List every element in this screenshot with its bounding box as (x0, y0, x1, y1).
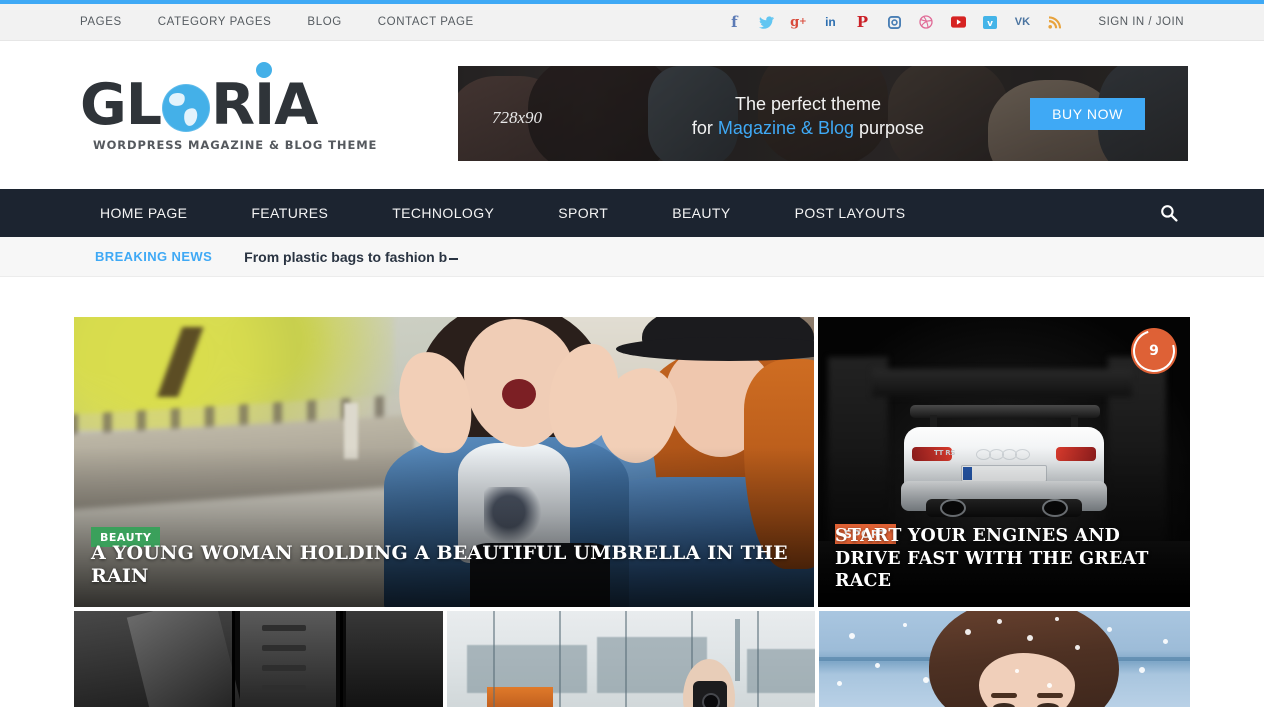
buy-now-button[interactable]: BUY NOW (1030, 98, 1145, 130)
secondary-card-row (74, 611, 1190, 707)
banner-line2-post: purpose (854, 118, 925, 139)
nav-item-features[interactable]: FEATURES (219, 189, 360, 237)
topnav-item-category-pages[interactable]: CATEGORY PAGES (158, 16, 272, 28)
card-snow-image (819, 611, 1190, 707)
logo-tagline: WORDPRESS MAGAZINE & BLOG THEME (93, 137, 378, 152)
nav-item-post-layouts[interactable]: POST LAYOUTS (763, 189, 938, 237)
topnav-item-contact-page[interactable]: CONTACT PAGE (378, 16, 474, 28)
card-tires-image (74, 611, 443, 707)
topnav-item-blog[interactable]: BLOG (307, 16, 341, 28)
linkedin-icon[interactable]: in (814, 12, 846, 32)
twitter-icon[interactable] (750, 12, 782, 32)
breaking-news-headline[interactable]: From plastic bags to fashion b (244, 248, 459, 265)
logo-text-i: I (254, 72, 275, 139)
logo-dot-icon (256, 62, 273, 79)
hero-main-card[interactable]: BEAUTY A YOUNG WOMAN HOLDING A BEAUTIFUL… (74, 317, 814, 607)
pinterest-icon[interactable]: P (846, 12, 878, 32)
vimeo-icon[interactable]: v (974, 12, 1006, 32)
rss-icon[interactable] (1038, 12, 1070, 32)
svg-text:v: v (987, 19, 993, 29)
card-street-photographer[interactable] (446, 611, 816, 707)
site-logo[interactable]: GL R I A WORDPRESS MAGAZINE & BLOG THEME (80, 62, 380, 152)
hero-row: BEAUTY A YOUNG WOMAN HOLDING A BEAUTIFUL… (74, 317, 1190, 607)
breaking-news-headline-text: From plastic bags to fashion b (244, 248, 448, 265)
nav-item-technology[interactable]: TECHNOLOGY (360, 189, 526, 237)
nav-link-home-page[interactable]: HOME PAGE (80, 189, 219, 237)
logo-text-before: GL (80, 72, 162, 139)
card-tires[interactable] (74, 611, 443, 707)
breaking-news-bar: BREAKING NEWS From plastic bags to fashi… (0, 237, 1264, 277)
vk-icon[interactable]: VK (1006, 12, 1038, 32)
nav-link-features[interactable]: FEATURES (219, 189, 360, 237)
dribbble-icon[interactable] (910, 12, 942, 32)
top-bar-nav: PAGES CATEGORY PAGES BLOG CONTACT PAGE (80, 16, 510, 28)
nav-link-technology[interactable]: TECHNOLOGY (360, 189, 526, 237)
hero-side-card[interactable]: TT RS 9 SPORT START YOUR ENGINES AND DRI… (818, 317, 1190, 607)
banner-ad[interactable]: 728x90 The perfect theme for Magazine & … (458, 66, 1188, 161)
breaking-news-label: BREAKING NEWS (95, 249, 213, 264)
logo-wordmark: GL R I A (80, 62, 380, 139)
globe-icon (162, 84, 211, 133)
topnav-item-pages[interactable]: PAGES (80, 16, 122, 28)
site-header: GL R I A WORDPRESS MAGAZINE & BLOG THEME (0, 41, 1264, 189)
sign-in-join-link[interactable]: SIGN IN / JOIN (1098, 16, 1184, 28)
nav-link-sport[interactable]: SPORT (526, 189, 640, 237)
banner-line2-highlight: Magazine & Blog (717, 118, 855, 139)
page-root: PAGES CATEGORY PAGES BLOG CONTACT PAGE f… (0, 0, 1264, 707)
hero-side-title[interactable]: START YOUR ENGINES AND DRIVE FAST WITH T… (835, 525, 1170, 593)
nav-item-beauty[interactable]: BEAUTY (640, 189, 762, 237)
main-content: BEAUTY A YOUNG WOMAN HOLDING A BEAUTIFUL… (0, 317, 1264, 707)
main-navigation: HOME PAGE FEATURES TECHNOLOGY SPORT BEAU… (0, 189, 1264, 237)
instagram-icon[interactable] (878, 12, 910, 32)
top-bar: PAGES CATEGORY PAGES BLOG CONTACT PAGE f… (0, 4, 1264, 41)
nav-link-post-layouts[interactable]: POST LAYOUTS (763, 189, 938, 237)
nav-item-home-page[interactable]: HOME PAGE (80, 189, 219, 237)
banner-line2-pre: for (691, 118, 718, 139)
hero-main-title[interactable]: A YOUNG WOMAN HOLDING A BEAUTIFUL UMBREL… (91, 542, 794, 590)
typing-cursor-icon (449, 257, 459, 260)
main-nav-list: HOME PAGE FEATURES TECHNOLOGY SPORT BEAU… (80, 189, 938, 237)
social-links: f g + in P v VK (718, 12, 1070, 32)
nav-link-beauty[interactable]: BEAUTY (640, 189, 762, 237)
search-icon[interactable] (1154, 198, 1184, 228)
facebook-icon[interactable]: f (718, 12, 750, 32)
youtube-icon[interactable] (942, 12, 974, 32)
logo-text-after: A (274, 72, 318, 139)
card-street-image (446, 611, 816, 707)
logo-letter-i: I (254, 62, 275, 134)
nav-item-sport[interactable]: SPORT (526, 189, 640, 237)
logo-text-mid: R (211, 72, 255, 139)
post-counter-badge[interactable]: 9 (1134, 331, 1174, 371)
card-snow-woman[interactable] (819, 611, 1190, 707)
google-plus-icon[interactable]: g + (782, 12, 814, 32)
